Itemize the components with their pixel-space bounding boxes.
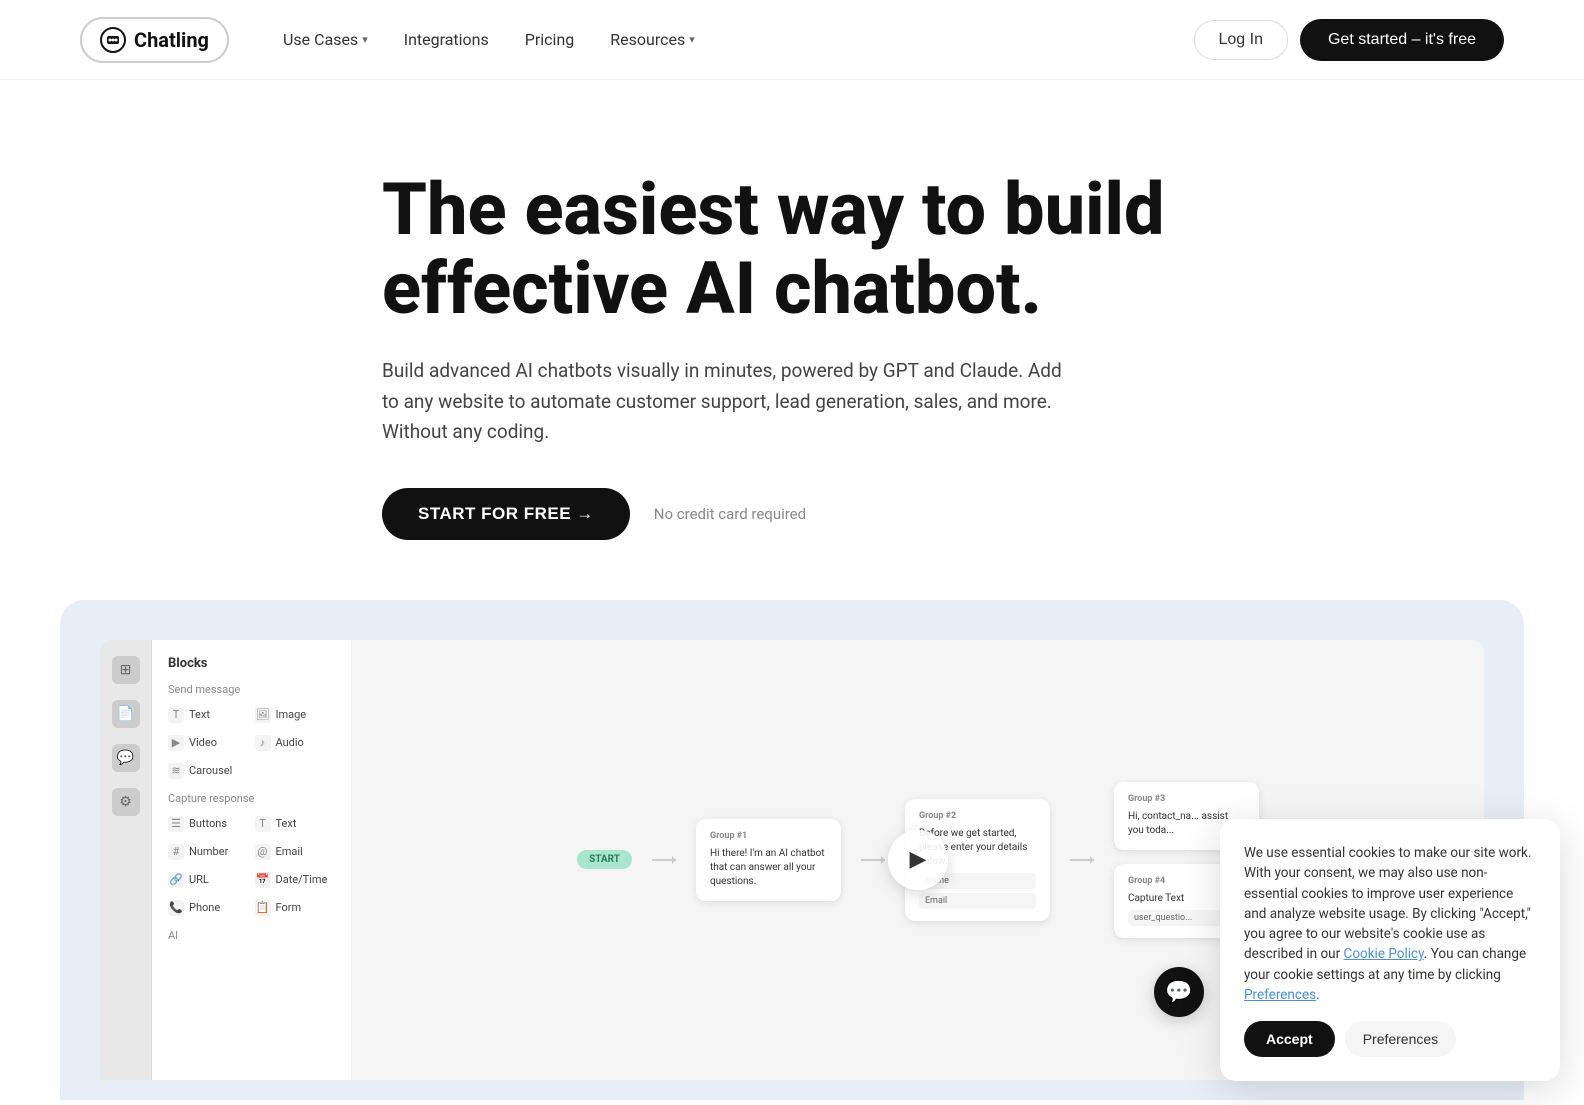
ai-section-label: AI xyxy=(168,929,335,942)
block-number[interactable]: # Number xyxy=(168,841,249,863)
login-button[interactable]: Log In xyxy=(1194,20,1288,60)
block-datetime[interactable]: 📅 Date/Time xyxy=(255,869,336,891)
image-icon: 🖼 xyxy=(255,707,271,723)
send-message-blocks: T Text 🖼 Image ▶ Video ♪ Audio ≋ Caro xyxy=(168,704,335,782)
audio-icon: ♪ xyxy=(255,735,271,751)
start-for-free-button[interactable]: START FOR FREE → xyxy=(382,488,630,540)
preferences-link[interactable]: Preferences xyxy=(1244,987,1316,1003)
nav-link-pricing[interactable]: Pricing xyxy=(511,22,589,57)
group2-field-email: Email xyxy=(919,893,1036,909)
preferences-button[interactable]: Preferences xyxy=(1345,1021,1456,1057)
logo-icon xyxy=(100,27,126,53)
logo[interactable]: Chatling xyxy=(80,17,229,63)
group2-title: Group #2 xyxy=(919,811,1036,821)
chat-widget-bubble[interactable]: 💬 xyxy=(1154,967,1204,1017)
play-button[interactable]: ▶ xyxy=(888,830,948,890)
demo-blocks-panel: Blocks Send message T Text 🖼 Image ▶ Vid… xyxy=(152,640,352,1080)
block-text[interactable]: T Text xyxy=(168,704,249,726)
logo-text: Chatling xyxy=(134,28,209,52)
demo-sidebar: ⊞ 📄 💬 ⚙ xyxy=(100,640,152,1080)
navigation: Chatling Use Cases ▾ Integrations Pricin… xyxy=(0,0,1584,80)
connector-3 xyxy=(1070,859,1094,861)
carousel-icon: ≋ xyxy=(168,763,184,779)
cookie-banner: We use essential cookies to make our sit… xyxy=(1220,819,1560,1081)
block-buttons[interactable]: ☰ Buttons xyxy=(168,813,249,835)
hero-actions: START FOR FREE → No credit card required xyxy=(382,488,1202,540)
connector-1 xyxy=(652,859,676,861)
url-icon: 🔗 xyxy=(168,872,184,888)
nav-link-integrations[interactable]: Integrations xyxy=(390,22,503,57)
group3-title: Group #3 xyxy=(1128,794,1245,804)
cookie-text: We use essential cookies to make our sit… xyxy=(1244,843,1536,1005)
chevron-down-icon-2: ▾ xyxy=(689,33,695,46)
block-form[interactable]: 📋 Form xyxy=(255,897,336,919)
block-audio[interactable]: ♪ Audio xyxy=(255,732,336,754)
capture-response-blocks: ☰ Buttons T Text # Number @ Email 🔗 U xyxy=(168,813,335,919)
hero-section: The easiest way to build effective AI ch… xyxy=(342,80,1242,600)
cookie-period: . xyxy=(1316,987,1320,1003)
block-carousel[interactable]: ≋ Carousel xyxy=(168,760,249,782)
sidebar-icon-grid[interactable]: ⊞ xyxy=(112,656,140,684)
number-icon: # xyxy=(168,844,184,860)
group1-title: Group #1 xyxy=(710,831,827,841)
block-text-capture[interactable]: T Text xyxy=(255,813,336,835)
text-capture-icon: T xyxy=(255,816,271,832)
sidebar-icon-doc[interactable]: 📄 xyxy=(112,700,140,728)
hero-subtext: Build advanced AI chatbots visually in m… xyxy=(382,356,1082,447)
capture-response-title: Capture response xyxy=(168,792,335,805)
video-icon: ▶ xyxy=(168,735,184,751)
chat-bubble-icon: 💬 xyxy=(1154,967,1204,1017)
email-icon: @ xyxy=(255,844,271,860)
nav-link-use-cases[interactable]: Use Cases ▾ xyxy=(269,22,382,57)
blocks-title: Blocks xyxy=(168,656,335,671)
sidebar-icon-settings[interactable]: ⚙ xyxy=(112,788,140,816)
nav-right: Log In Get started – it's free xyxy=(1194,19,1505,61)
chevron-down-icon: ▾ xyxy=(362,33,368,46)
nav-left: Chatling Use Cases ▾ Integrations Pricin… xyxy=(80,17,709,63)
block-video[interactable]: ▶ Video xyxy=(168,732,249,754)
flow-node-group1[interactable]: Group #1 Hi there! I'm an AI chatbot tha… xyxy=(696,819,841,901)
hero-headline: The easiest way to build effective AI ch… xyxy=(382,170,1202,328)
get-started-button[interactable]: Get started – it's free xyxy=(1300,19,1504,61)
sidebar-icon-chat[interactable]: 💬 xyxy=(112,744,140,772)
datetime-icon: 📅 xyxy=(255,872,271,888)
no-credit-card-text: No credit card required xyxy=(654,505,806,523)
cookie-message-start: We use essential cookies to make our sit… xyxy=(1244,845,1531,962)
buttons-icon: ☰ xyxy=(168,816,184,832)
start-badge: START xyxy=(577,850,632,869)
text-icon: T xyxy=(168,707,184,723)
cookie-actions: Accept Preferences xyxy=(1244,1021,1536,1057)
block-phone[interactable]: 📞 Phone xyxy=(168,897,249,919)
connector-2 xyxy=(861,859,885,861)
send-message-title: Send message xyxy=(168,683,335,696)
phone-icon: 📞 xyxy=(168,900,184,916)
block-image[interactable]: 🖼 Image xyxy=(255,704,336,726)
group1-content: Hi there! I'm an AI chatbot that can ans… xyxy=(710,847,827,889)
form-icon: 📋 xyxy=(255,900,271,916)
accept-button[interactable]: Accept xyxy=(1244,1021,1335,1057)
nav-link-resources[interactable]: Resources ▾ xyxy=(596,22,708,57)
block-url[interactable]: 🔗 URL xyxy=(168,869,249,891)
cookie-policy-link[interactable]: Cookie Policy xyxy=(1344,946,1424,962)
nav-links: Use Cases ▾ Integrations Pricing Resourc… xyxy=(269,22,709,57)
block-email[interactable]: @ Email xyxy=(255,841,336,863)
